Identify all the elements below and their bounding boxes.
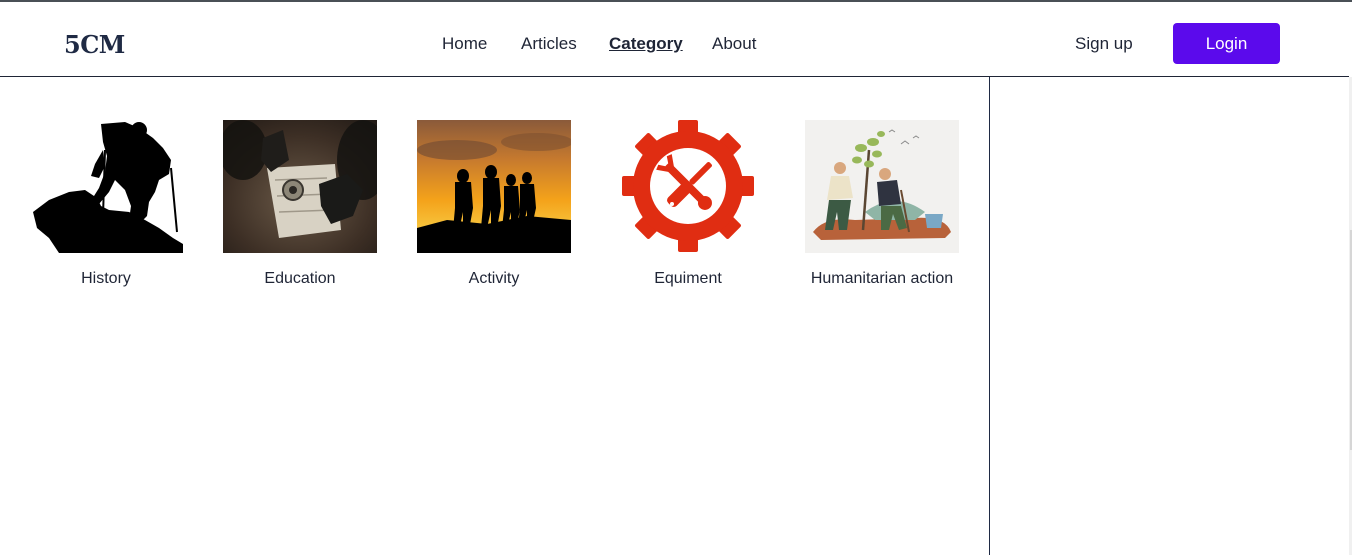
- sidebar-divider: [989, 77, 990, 555]
- tree-planting-image: [805, 120, 959, 253]
- category-label: Humanitarian action: [810, 270, 954, 287]
- category-history[interactable]: History: [29, 120, 183, 288]
- hiker-silhouette-image: [29, 120, 183, 253]
- category-humanitarian-action[interactable]: Humanitarian action: [805, 120, 959, 288]
- category-label: Education: [264, 270, 336, 287]
- category-education[interactable]: Education: [223, 120, 377, 288]
- category-label: Equiment: [654, 270, 722, 287]
- category-label: History: [81, 270, 131, 287]
- nav-category[interactable]: Category: [609, 34, 683, 54]
- category-label: Activity: [468, 270, 520, 287]
- site-logo[interactable]: 5CM: [64, 30, 125, 59]
- nav-about[interactable]: About: [712, 34, 756, 54]
- category-activity[interactable]: Activity: [417, 120, 571, 288]
- compass-map-image: [223, 120, 377, 253]
- nav-home[interactable]: Home: [442, 34, 487, 54]
- nav-articles[interactable]: Articles: [521, 34, 577, 54]
- category-equipment[interactable]: Equiment: [611, 120, 765, 288]
- signup-link[interactable]: Sign up: [1075, 34, 1133, 54]
- gear-tools-icon: [611, 120, 765, 253]
- sunset-hikers-image: [417, 120, 571, 253]
- site-header: 5CM Home Articles Category About Sign up…: [0, 2, 1349, 77]
- login-button[interactable]: Login: [1173, 23, 1280, 64]
